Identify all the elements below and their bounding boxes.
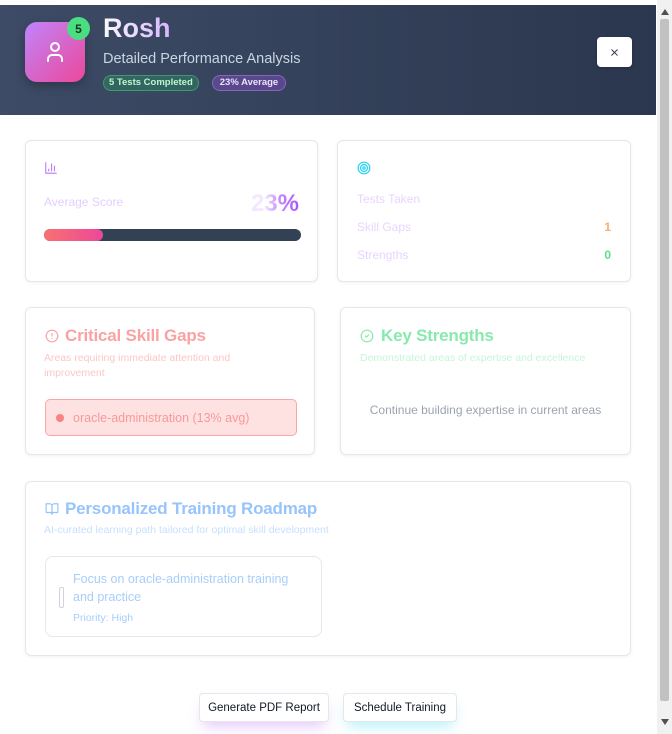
stat-label: Skill Gaps — [357, 220, 412, 234]
scroll-thumb[interactable] — [660, 19, 669, 701]
stat-label: Strengths — [357, 248, 409, 262]
modal-header: 5 Rosh Detailed Performance Analysis 5 T… — [0, 5, 656, 115]
strengths-title: Key Strengths — [381, 326, 494, 345]
tests-completed-badge: 5 Tests Completed — [103, 75, 199, 91]
roadmap-subtitle: AI-curated learning path tailored for op… — [44, 524, 329, 536]
header-badges: 5 Tests Completed 23% Average — [103, 75, 287, 91]
alert-circle-icon — [45, 329, 59, 343]
skill-gaps-subtitle: Areas requiring immediate attention and … — [44, 352, 231, 379]
check-circle-icon — [360, 329, 374, 343]
roadmap-item: Focus on oracle-administration training … — [45, 556, 322, 637]
training-roadmap-card: Personalized Training Roadmap AI-curated… — [25, 481, 631, 656]
roadmap-item-priority: Priority: High — [73, 612, 134, 624]
scroll-down-arrow[interactable] — [657, 715, 672, 729]
header-subtitle: Detailed Performance Analysis — [103, 51, 301, 67]
stat-label: Tests Taken — [357, 192, 421, 206]
performance-modal: 5 Rosh Detailed Performance Analysis 5 T… — [0, 5, 656, 734]
close-icon[interactable] — [609, 47, 620, 58]
average-score-card: Average Score 23% — [25, 140, 318, 282]
scroll-up-arrow[interactable] — [657, 5, 672, 19]
average-score-value: 23% — [250, 190, 299, 217]
user-icon — [47, 42, 63, 62]
stats-card: Tests Taken Skill Gaps 1 Strengths 0 — [337, 140, 631, 282]
book-open-icon — [45, 503, 59, 515]
stat-row-skill-gaps: Skill Gaps 1 — [357, 220, 611, 234]
page-scrollbar[interactable] — [657, 0, 672, 734]
target-icon — [357, 161, 371, 175]
schedule-training-button[interactable]: Schedule Training — [343, 693, 457, 722]
stat-row-tests-taken: Tests Taken — [357, 192, 611, 206]
average-badge: 23% Average — [211, 75, 287, 91]
triangle-up-icon[interactable] — [660, 9, 669, 15]
test-count-badge: 5 — [67, 17, 90, 40]
skill-gaps-count: 1 — [604, 220, 611, 234]
roadmap-item-title: Focus on oracle-administration training … — [73, 572, 289, 604]
skill-gaps-card: Critical Skill Gaps Areas requiring imme… — [25, 307, 315, 455]
progress-fill — [44, 229, 104, 241]
skill-gap-item: oracle-administration (13% avg) — [45, 399, 297, 436]
user-name: Rosh — [103, 13, 171, 43]
stat-row-strengths: Strengths 0 — [357, 248, 611, 262]
skill-gap-dot — [56, 414, 64, 422]
roadmap-title: Personalized Training Roadmap — [65, 499, 318, 518]
roadmap-item-marker — [59, 587, 64, 608]
strengths-card: Key Strengths Demonstrated areas of expe… — [340, 307, 631, 455]
generate-pdf-report-button[interactable]: Generate PDF Report — [199, 693, 329, 722]
skill-gap-label: oracle-administration (13% avg) — [73, 411, 250, 425]
strengths-subtitle: Demonstrated areas of expertise and exce… — [360, 352, 586, 364]
average-score-label: Average Score — [44, 195, 124, 209]
progress-bar — [44, 229, 301, 241]
strengths-empty-message: Continue building expertise in current a… — [369, 403, 602, 417]
bar-chart-icon — [45, 162, 57, 174]
close-button[interactable] — [597, 37, 632, 67]
triangle-down-icon[interactable] — [660, 719, 669, 725]
strengths-count: 0 — [604, 248, 611, 262]
page: 5 Rosh Detailed Performance Analysis 5 T… — [0, 0, 672, 734]
skill-gaps-title: Critical Skill Gaps — [65, 326, 206, 345]
